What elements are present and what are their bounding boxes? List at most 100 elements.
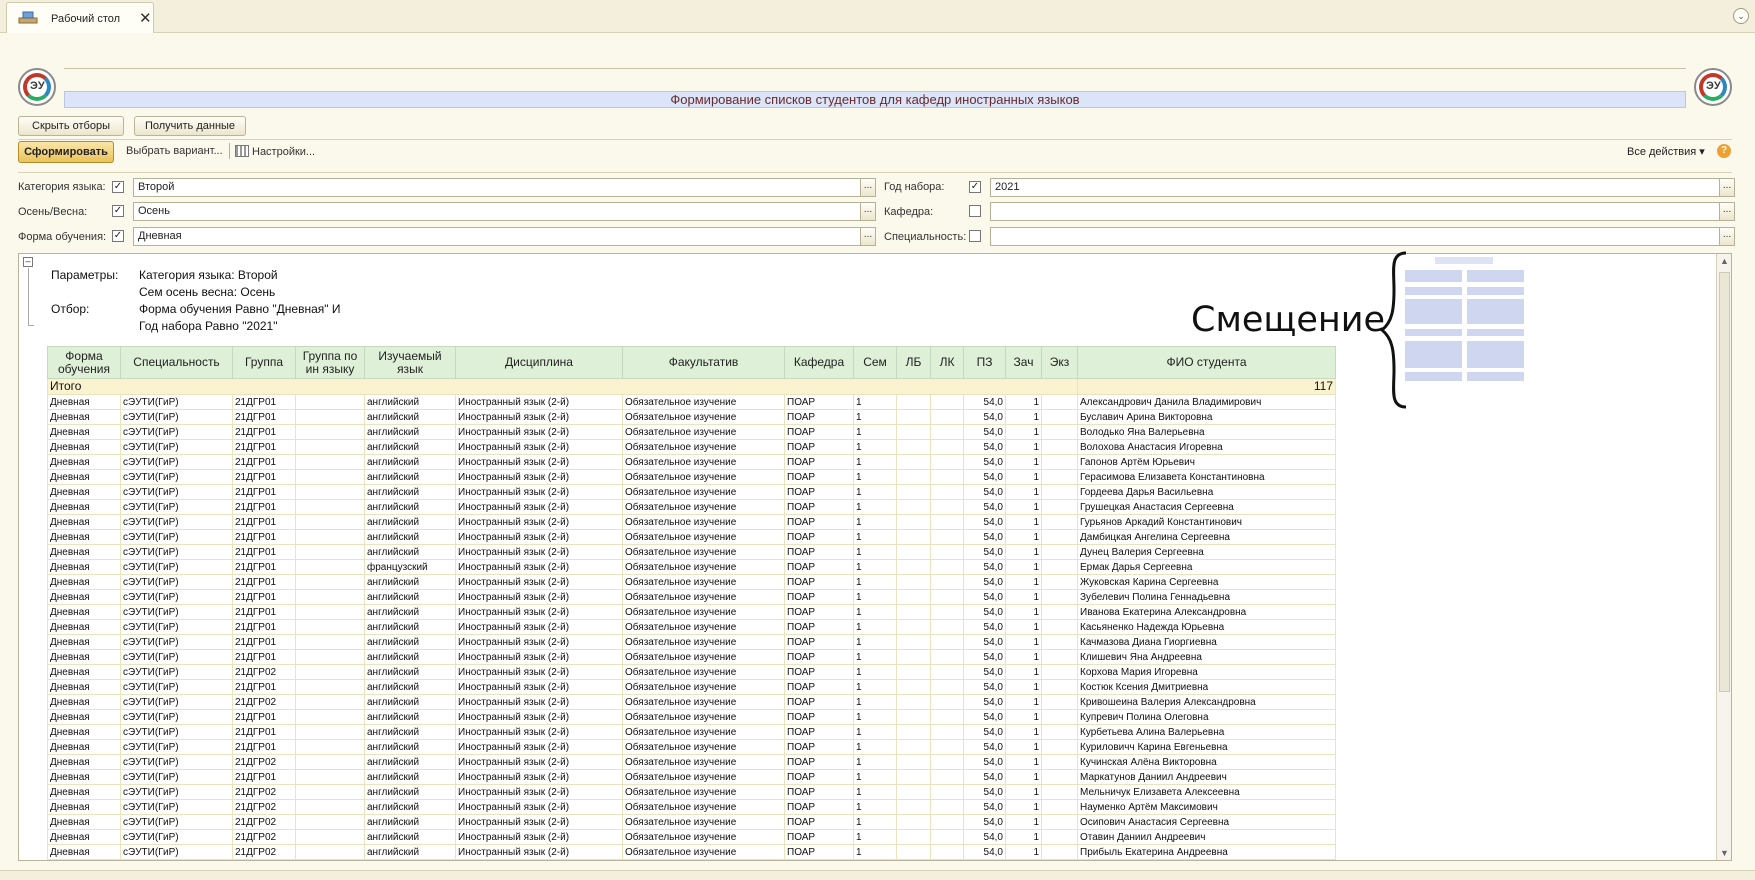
- department-select-button[interactable]: ...: [1719, 202, 1735, 221]
- table-row[interactable]: Дневная сЭУТИ(ГиР) 21ДГР01 английский Иностр…: [47, 529, 1336, 545]
- form-report-button[interactable]: Сформировать: [18, 141, 114, 163]
- table-row[interactable]: Дневная сЭУТИ(ГиР) 21ДГР01 английский Иностр…: [47, 469, 1336, 485]
- table-row[interactable]: Дневная сЭУТИ(ГиР) 21ДГР01 английский Иностр…: [47, 604, 1336, 620]
- table-row[interactable]: Дневная сЭУТИ(ГиР) 21ДГР01 английский Иностр…: [47, 499, 1336, 515]
- table-row[interactable]: Дневная сЭУТИ(ГиР) 21ДГР02 английский Иностр…: [47, 829, 1336, 845]
- table-cell: 54,0: [963, 724, 1006, 740]
- column-header[interactable]: Экз: [1041, 346, 1078, 379]
- report-table[interactable]: Форма обучения Специальность Группа Группа …: [47, 346, 1336, 860]
- table-cell: сЭУТИ(ГиР): [120, 844, 233, 860]
- study-form-field[interactable]: Дневная: [133, 227, 861, 246]
- table-cell: 1: [853, 559, 897, 575]
- table-row[interactable]: Дневная сЭУТИ(ГиР) 21ДГР02 английский Иностр…: [47, 664, 1336, 680]
- settings-button[interactable]: Настройки...: [235, 145, 315, 158]
- table-row[interactable]: Дневная сЭУТИ(ГиР) 21ДГР01 английский Иностр…: [47, 424, 1336, 440]
- help-icon[interactable]: ?: [1717, 144, 1731, 158]
- vertical-scrollbar[interactable]: ▲ ▼: [1716, 254, 1731, 860]
- column-header[interactable]: Дисциплина: [455, 346, 623, 379]
- column-header[interactable]: ЛК: [930, 346, 964, 379]
- table-cell: 1: [853, 814, 897, 830]
- table-row[interactable]: Дневная сЭУТИ(ГиР) 21ДГР01 английский Иностр…: [47, 439, 1336, 455]
- page-title: Формирование списков студентов для кафед…: [64, 91, 1686, 108]
- table-row[interactable]: Дневная сЭУТИ(ГиР) 21ДГР02 английский Иностр…: [47, 754, 1336, 770]
- table-cell: Дневная: [47, 529, 121, 545]
- hide-filters-button[interactable]: Скрыть отборы: [18, 116, 124, 136]
- table-cell: [930, 499, 964, 515]
- enroll-year-field[interactable]: 2021: [990, 178, 1720, 197]
- study-form-select-button[interactable]: ...: [860, 227, 876, 246]
- specialty-field[interactable]: [990, 227, 1720, 246]
- table-row[interactable]: Дневная сЭУТИ(ГиР) 21ДГР01 английский Иностр…: [47, 514, 1336, 530]
- table-row[interactable]: Дневная сЭУТИ(ГиР) 21ДГР01 английский Иностр…: [47, 739, 1336, 755]
- table-row[interactable]: Дневная сЭУТИ(ГиР) 21ДГР02 английский Иностр…: [47, 844, 1336, 860]
- column-header[interactable]: Сем: [853, 346, 897, 379]
- table-cell: [1041, 514, 1078, 530]
- table-row[interactable]: Дневная сЭУТИ(ГиР) 21ДГР01 английский Иностр…: [47, 649, 1336, 665]
- language-category-checkbox[interactable]: ✓: [112, 181, 124, 193]
- table-cell: [930, 574, 964, 590]
- table-row[interactable]: Дневная сЭУТИ(ГиР) 21ДГР01 английский Иностр…: [47, 619, 1336, 635]
- collapse-icon[interactable]: –: [23, 257, 33, 267]
- autumn-spring-select-button[interactable]: ...: [860, 202, 876, 221]
- table-row[interactable]: Дневная сЭУТИ(ГиР) 21ДГР01 английский Иностр…: [47, 709, 1336, 725]
- table-cell: [930, 484, 964, 500]
- table-cell: Иванова Екатерина Александровна: [1077, 604, 1336, 620]
- enroll-year-checkbox[interactable]: ✓: [969, 181, 981, 193]
- specialty-checkbox[interactable]: [969, 230, 981, 242]
- table-cell: [295, 649, 365, 665]
- column-header[interactable]: Группа: [232, 346, 296, 379]
- all-actions-menu[interactable]: Все действия ▾: [1627, 145, 1705, 158]
- close-icon[interactable]: ✕: [139, 9, 152, 27]
- table-row[interactable]: Дневная сЭУТИ(ГиР) 21ДГР01 английский Иностр…: [47, 574, 1336, 590]
- specialty-select-button[interactable]: ...: [1719, 227, 1735, 246]
- study-form-checkbox[interactable]: ✓: [112, 230, 124, 242]
- language-category-field[interactable]: Второй: [133, 178, 861, 197]
- column-header[interactable]: Факультатив: [622, 346, 785, 379]
- table-row[interactable]: Дневная сЭУТИ(ГиР) 21ДГР02 английский Иностр…: [47, 694, 1336, 710]
- table-cell: 1: [1005, 829, 1042, 845]
- scroll-thumb[interactable]: [1719, 272, 1730, 692]
- table-row[interactable]: Дневная сЭУТИ(ГиР) 21ДГР01 английский Иностр…: [47, 454, 1336, 470]
- get-data-button[interactable]: Получить данные: [134, 116, 246, 136]
- tab-desktop[interactable]: Рабочий стол ✕: [6, 2, 154, 33]
- autumn-spring-checkbox[interactable]: ✓: [112, 205, 124, 217]
- table-cell: Обязательное изучение: [622, 544, 785, 560]
- table-cell: сЭУТИ(ГиР): [120, 799, 233, 815]
- table-row[interactable]: Дневная сЭУТИ(ГиР) 21ДГР01 французский Иност…: [47, 559, 1336, 575]
- table-cell: английский: [364, 814, 456, 830]
- choose-variant-button[interactable]: Выбрать вариант...: [126, 145, 223, 157]
- scroll-up-icon[interactable]: ▲: [1720, 256, 1729, 266]
- department-checkbox[interactable]: [969, 205, 981, 217]
- column-header[interactable]: ЛБ: [896, 346, 931, 379]
- table-row[interactable]: Дневная сЭУТИ(ГиР) 21ДГР02 английский Иностр…: [47, 784, 1336, 800]
- column-header[interactable]: ФИО студента: [1077, 346, 1336, 379]
- table-row[interactable]: Дневная сЭУТИ(ГиР) 21ДГР02 английский Иностр…: [47, 799, 1336, 815]
- table-cell: [930, 829, 964, 845]
- table-row[interactable]: Дневная сЭУТИ(ГиР) 21ДГР01 английский Иностр…: [47, 409, 1336, 425]
- enroll-year-select-button[interactable]: ...: [1719, 178, 1735, 197]
- column-header[interactable]: Изучаемый язык: [364, 346, 456, 379]
- autumn-spring-field[interactable]: Осень: [133, 202, 861, 221]
- language-category-select-button[interactable]: ...: [860, 178, 876, 197]
- scroll-down-icon[interactable]: ▼: [1720, 848, 1729, 858]
- table-row[interactable]: Дневная сЭУТИ(ГиР) 21ДГР01 английский Иностр…: [47, 724, 1336, 740]
- filter-line: Год набора Равно "2021": [139, 319, 278, 333]
- column-header[interactable]: ПЗ: [963, 346, 1006, 379]
- column-header[interactable]: Специальность: [120, 346, 233, 379]
- table-cell: Курбетьева Алина Валерьевна: [1077, 724, 1336, 740]
- table-row[interactable]: Дневная сЭУТИ(ГиР) 21ДГР01 английский Иностр…: [47, 589, 1336, 605]
- table-row[interactable]: Дневная сЭУТИ(ГиР) 21ДГР01 английский Иностр…: [47, 679, 1336, 695]
- chevron-down-icon[interactable]: ⌄: [1733, 8, 1749, 24]
- table-row[interactable]: Дневная сЭУТИ(ГиР) 21ДГР01 английский Иностр…: [47, 394, 1336, 410]
- column-header[interactable]: Форма обучения: [47, 346, 121, 379]
- table-row[interactable]: Дневная сЭУТИ(ГиР) 21ДГР01 английский Иностр…: [47, 484, 1336, 500]
- column-header[interactable]: Группа по ин языку: [295, 346, 365, 379]
- table-cell: [295, 799, 365, 815]
- table-row[interactable]: Дневная сЭУТИ(ГиР) 21ДГР02 английский Иностр…: [47, 814, 1336, 830]
- table-row[interactable]: Дневная сЭУТИ(ГиР) 21ДГР01 английский Иностр…: [47, 769, 1336, 785]
- column-header[interactable]: Зач: [1005, 346, 1042, 379]
- table-row[interactable]: Дневная сЭУТИ(ГиР) 21ДГР01 английский Иностр…: [47, 634, 1336, 650]
- column-header[interactable]: Кафедра: [784, 346, 854, 379]
- table-row[interactable]: Дневная сЭУТИ(ГиР) 21ДГР01 английский Иностр…: [47, 544, 1336, 560]
- department-field[interactable]: [990, 202, 1720, 221]
